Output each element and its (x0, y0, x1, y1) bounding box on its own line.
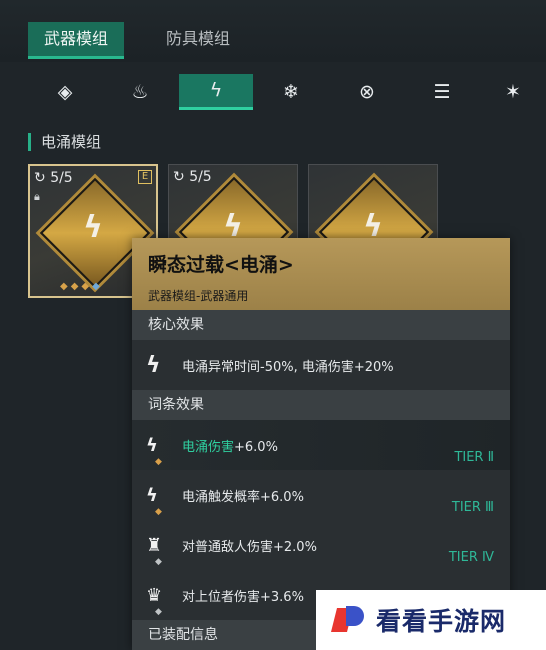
electric-surge-icon: ϟ (146, 352, 161, 378)
affix-text: 对普通敌人伤害+2.0% (182, 539, 317, 555)
normal-enemy-icon: ♜ ◆ (146, 534, 163, 567)
card-count: ↻ 5/5 (173, 169, 212, 185)
superior-enemy-icon: ♛ ◆ (146, 584, 163, 617)
element-tab-1[interactable]: ◈ (28, 74, 102, 110)
core-effect-header: 核心效果 (132, 310, 510, 340)
module-tooltip: 瞬态过载<电涌> 武器模组-武器通用 核心效果 ϟ 电涌异常时间-50%, 电涌… (132, 238, 510, 650)
affix-row: ϟ ◆ 电涌伤害+6.0% TIER Ⅱ (132, 420, 510, 470)
watermark-text: 看看手游网 (376, 607, 507, 636)
ice-element-icon: ❄ (283, 80, 299, 103)
site-logo-icon (330, 602, 366, 638)
element-tab-6[interactable]: ☰ (405, 74, 479, 110)
trigger-chance-icon: ϟ ◆ (146, 484, 162, 517)
electric-damage-icon: ϟ ◆ (146, 434, 162, 467)
affix-text: 电涌伤害+6.0% (182, 439, 278, 455)
rarity-badge: E (138, 170, 152, 184)
affix-tier: TIER Ⅱ (454, 450, 494, 465)
affix-effect-header: 词条效果 (132, 390, 510, 420)
affix-text: 电涌触发概率+6.0% (182, 489, 304, 505)
tab-weapon-module[interactable]: 武器模组 (28, 22, 125, 59)
site-watermark: 看看手游网 (316, 590, 546, 650)
affix-text: 对上位者伤害+3.6% (182, 589, 304, 605)
core-effect-text: 电涌异常时间-50%, 电涌伤害+20% (182, 359, 394, 375)
affix-row: ϟ ◆ 电涌触发概率+6.0% TIER Ⅲ (132, 470, 510, 520)
element-tab-5[interactable]: ⊗ (330, 74, 404, 110)
affix-tier: TIER Ⅳ (448, 550, 494, 565)
electric-element-icon: ϟ (209, 79, 223, 101)
burst-element-icon: ✶ (505, 80, 521, 103)
tab-armor-module[interactable]: 防具模组 (150, 22, 246, 56)
module-category: 武器模组-武器通用 (148, 289, 249, 303)
affix-tier: TIER Ⅲ (451, 500, 494, 515)
fire-element-icon: ♨ (131, 80, 149, 103)
tooltip-header: 瞬态过载<电涌> 武器模组-武器通用 (132, 238, 510, 310)
module-name: 瞬态过载<电涌> (148, 254, 294, 276)
element-tab-7[interactable]: ✶ (476, 74, 546, 110)
physical-element-icon: ☰ (433, 80, 451, 103)
element-filter-bar: ◈ ♨ ϟ ❄ ⊗ ☰ ✶ (28, 74, 546, 112)
void-element-icon: ⊗ (359, 80, 375, 103)
section-title: 电涌模组 (28, 133, 101, 151)
card-count: ↻ 5/5 (34, 170, 73, 186)
rarity-dots: ◆◆◆◆ (60, 281, 103, 292)
element-tab-2[interactable]: ♨ (103, 74, 177, 110)
element-tab-4[interactable]: ❄ (254, 74, 328, 110)
diamond-element-icon: ◈ (57, 80, 73, 103)
affix-row: ♜ ◆ 对普通敌人伤害+2.0% TIER Ⅳ (132, 520, 510, 570)
element-tab-3[interactable]: ϟ (179, 74, 253, 110)
core-effect-row: ϟ 电涌异常时间-50%, 电涌伤害+20% (132, 340, 510, 390)
lock-icon: 🔒︎ (34, 190, 40, 203)
module-type-tabs: 武器模组 防具模组 (0, 0, 546, 62)
